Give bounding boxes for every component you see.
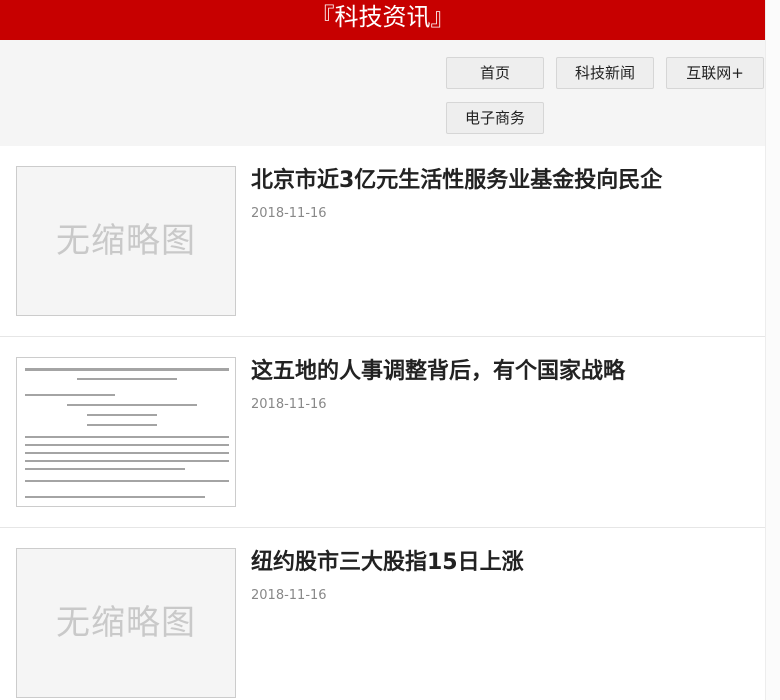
nav-internet-plus-button[interactable]: 互联网+	[666, 57, 764, 89]
doc-text-line	[25, 394, 115, 396]
article-date: 2018-11-16	[251, 206, 327, 221]
article-thumbnail[interactable]: 无缩略图	[16, 166, 236, 316]
no-thumbnail-placeholder: 无缩略图	[56, 603, 196, 643]
nav-tech-news-button[interactable]: 科技新闻	[556, 57, 654, 89]
nav-home-button[interactable]: 首页	[446, 57, 544, 89]
article-title[interactable]: 这五地的人事调整背后，有个国家战略	[251, 357, 625, 387]
article-title[interactable]: 纽约股市三大股指15日上涨	[251, 548, 524, 578]
doc-text-line	[25, 452, 229, 454]
article-item[interactable]: 这五地的人事调整背后，有个国家战略 2018-11-16	[0, 337, 765, 528]
doc-text-line	[25, 368, 229, 371]
site-header: 『科技资讯』	[0, 0, 765, 40]
doc-text-line	[77, 378, 177, 380]
doc-text-line	[25, 468, 185, 470]
article-thumbnail[interactable]: 无缩略图	[16, 548, 236, 698]
doc-text-line	[25, 460, 229, 462]
doc-text-line	[25, 480, 229, 482]
article-item[interactable]: 无缩略图 纽约股市三大股指15日上涨 2018-11-16	[0, 528, 765, 700]
nav-ecommerce-button[interactable]: 电子商务	[446, 102, 544, 134]
article-thumbnail-document[interactable]	[16, 357, 236, 507]
article-date: 2018-11-16	[251, 397, 327, 412]
nav-bar: 首页 科技新闻 互联网+ 电子商务	[0, 40, 765, 146]
site-title: 『科技资讯』	[310, 3, 455, 31]
article-item[interactable]: 无缩略图 北京市近3亿元生活性服务业基金投向民企 2018-11-16	[0, 146, 765, 337]
article-date: 2018-11-16	[251, 588, 327, 603]
doc-text-line	[25, 436, 229, 438]
article-title[interactable]: 北京市近3亿元生活性服务业基金投向民企	[251, 166, 662, 196]
doc-text-line	[67, 404, 197, 406]
page: 『科技资讯』 首页 科技新闻 互联网+ 电子商务 无缩略图 北京市近3亿元生活性…	[0, 0, 780, 700]
no-thumbnail-placeholder: 无缩略图	[56, 221, 196, 261]
doc-text-line	[25, 496, 205, 498]
scrollbar[interactable]	[765, 0, 780, 700]
doc-text-line	[87, 424, 157, 426]
doc-text-line	[87, 414, 157, 416]
doc-text-line	[25, 444, 229, 446]
